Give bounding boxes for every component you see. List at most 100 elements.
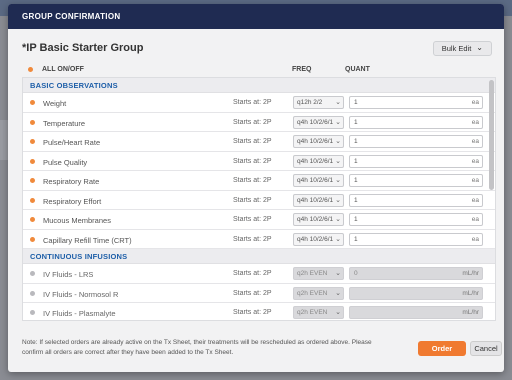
quant-input[interactable]: 1 ea	[349, 154, 483, 168]
modal-header-title: GROUP CONFIRMATION	[22, 12, 121, 21]
chevron-down-icon: ⌄	[335, 99, 341, 106]
chevron-down-icon: ⌄	[476, 42, 483, 52]
quant-input[interactable]: 1 ea	[349, 213, 483, 226]
chevron-down-icon: ⌄	[335, 270, 341, 277]
freq-select[interactable]: q2h EVEN ⌄	[293, 306, 344, 319]
modal-header: GROUP CONFIRMATION	[8, 4, 504, 29]
order-name: Respiratory Effort	[43, 196, 102, 206]
freq-value: q2h EVEN	[297, 270, 328, 277]
starts-at: Starts at: 2P	[233, 99, 272, 106]
quant-value: 1	[354, 99, 358, 106]
order-row: Pulse Quality Starts at: 2P q4h 10/2/6/1 ⌄ 1…	[23, 151, 495, 171]
toggle-dot-icon[interactable]	[30, 310, 35, 315]
quant-unit: mL/hr	[462, 270, 479, 277]
quant-unit: ea	[471, 99, 479, 106]
freq-value: q4h 10/2/6/1	[297, 138, 334, 145]
freq-value: q4h 10/2/6/1	[297, 118, 334, 126]
starts-at: Starts at: 2P	[233, 216, 272, 223]
toggle-dot-icon[interactable]	[30, 178, 35, 183]
column-header: ALL ON/OFF FREQ QUANT	[22, 65, 492, 77]
orders-list[interactable]: BASIC OBSERVATIONS Weight Starts at: 2P q12…	[22, 77, 496, 321]
chevron-down-icon: ⌄	[335, 118, 341, 126]
freq-select[interactable]: q12h 2/2 ⌄	[293, 96, 344, 109]
quant-input[interactable]: 1 ea	[349, 193, 483, 207]
freq-select[interactable]: q4h 10/2/6/1 ⌄	[293, 213, 344, 226]
freq-select[interactable]: q2h EVEN ⌄	[293, 267, 344, 280]
quant-input[interactable]: mL/hr	[349, 286, 483, 300]
quant-unit: ea	[471, 138, 479, 145]
quant-value: 0	[354, 270, 358, 277]
toggle-dot-icon[interactable]	[30, 236, 35, 242]
starts-at: Starts at: 2P	[233, 270, 272, 277]
freq-value: q2h EVEN	[297, 289, 328, 297]
quant-input[interactable]: 1 ea	[349, 174, 483, 187]
starts-at: Starts at: 2P	[233, 138, 272, 145]
cancel-button[interactable]: Cancel	[470, 341, 502, 356]
order-name: Pulse Quality	[43, 157, 88, 167]
group-confirmation-modal: GROUP CONFIRMATION *IP Basic Starter Gro…	[8, 4, 504, 372]
freq-value: q2h EVEN	[297, 309, 328, 316]
toggle-dot-icon[interactable]	[30, 271, 35, 276]
list-scrollbar[interactable]	[489, 80, 494, 190]
chevron-down-icon: ⌄	[335, 138, 341, 145]
freq-select[interactable]: q4h 10/2/6/1 ⌄	[293, 135, 344, 148]
freq-column-header: FREQ	[292, 66, 312, 73]
toggle-dot-icon[interactable]	[30, 119, 35, 125]
order-row: IV Fluids - LRS Starts at: 2P q2h EVEN ⌄ 0 mL…	[23, 264, 495, 284]
quant-input[interactable]: mL/hr	[349, 306, 483, 319]
group-title-row: *IP Basic Starter Group Bulk Edit ⌄	[22, 41, 492, 57]
freq-select[interactable]: q4h 10/2/6/1 ⌄	[293, 193, 344, 207]
order-row: IV Fluids - Normosol R Starts at: 2P q2h E…	[23, 283, 495, 303]
freq-value: q4h 10/2/6/1	[297, 177, 334, 184]
quant-input[interactable]: 1 ea	[349, 115, 483, 129]
quant-value: 1	[354, 177, 358, 184]
toggle-dot-icon[interactable]	[30, 197, 35, 203]
order-row: Mucous Membranes Starts at: 2P q4h 10/2/6/…	[23, 210, 495, 230]
group-title: *IP Basic Starter Group	[22, 42, 144, 54]
quant-unit: ea	[471, 216, 479, 223]
footer-note: Note: If selected orders are already act…	[22, 339, 372, 356]
bulk-edit-button[interactable]: Bulk Edit ⌄	[432, 41, 492, 56]
order-row: Weight Starts at: 2P q12h 2/2 ⌄ 1 ea	[23, 93, 495, 113]
freq-select[interactable]: q4h 10/2/6/1 ⌄	[293, 174, 344, 187]
freq-value: q4h 10/2/6/1	[297, 157, 334, 165]
all-on-off-label[interactable]: ALL ON/OFF	[42, 66, 84, 73]
all-on-off-toggle-icon[interactable]	[28, 67, 33, 72]
chevron-down-icon: ⌄	[335, 235, 341, 243]
orders-list-body: BASIC OBSERVATIONS Weight Starts at: 2P q12…	[23, 78, 495, 320]
freq-select[interactable]: q2h EVEN ⌄	[293, 286, 344, 300]
chevron-down-icon: ⌄	[335, 157, 341, 165]
starts-at: Starts at: 2P	[233, 196, 272, 204]
freq-value: q4h 10/2/6/1	[297, 196, 334, 204]
toggle-dot-icon[interactable]	[30, 290, 35, 296]
freq-select[interactable]: q4h 10/2/6/1 ⌄	[293, 232, 344, 246]
starts-at: Starts at: 2P	[233, 118, 272, 126]
quant-input[interactable]: 1 ea	[349, 96, 483, 109]
toggle-dot-icon[interactable]	[30, 100, 35, 105]
order-name: Weight	[43, 99, 67, 108]
toggle-dot-icon[interactable]	[30, 158, 35, 164]
order-row: Temperature Starts at: 2P q4h 10/2/6/1 ⌄ 1 ea	[23, 112, 495, 132]
toggle-dot-icon[interactable]	[30, 139, 35, 144]
order-button[interactable]: Order	[418, 341, 466, 356]
order-row: Pulse/Heart Rate Starts at: 2P q4h 10/2/6/…	[23, 132, 495, 152]
freq-value: q4h 10/2/6/1	[297, 235, 334, 243]
chevron-down-icon: ⌄	[335, 309, 341, 316]
quant-input[interactable]: 1 ea	[349, 232, 483, 246]
starts-at: Starts at: 2P	[233, 235, 272, 243]
chevron-down-icon: ⌄	[335, 177, 341, 184]
freq-value: q4h 10/2/6/1	[297, 216, 334, 223]
starts-at: Starts at: 2P	[233, 289, 272, 297]
quant-unit: ea	[471, 177, 479, 184]
starts-at: Starts at: 2P	[233, 157, 272, 165]
modal-footer: Note: If selected orders are already act…	[22, 338, 502, 368]
toggle-dot-icon[interactable]	[30, 217, 35, 222]
order-name: Temperature	[43, 118, 86, 128]
order-name: IV Fluids - LRS	[43, 270, 94, 279]
quant-input[interactable]: 0 mL/hr	[349, 267, 483, 280]
chevron-down-icon: ⌄	[335, 289, 341, 297]
freq-select[interactable]: q4h 10/2/6/1 ⌄	[293, 115, 344, 129]
quant-unit: ea	[471, 157, 479, 165]
freq-select[interactable]: q4h 10/2/6/1 ⌄	[293, 154, 344, 168]
quant-input[interactable]: 1 ea	[349, 135, 483, 148]
